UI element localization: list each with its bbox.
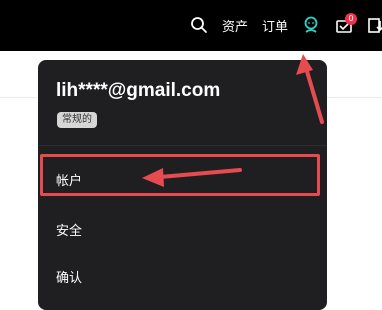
arrow-to-profile-icon [296, 54, 324, 124]
annotation-arrows [142, 54, 324, 187]
arrow-to-account-item [142, 168, 242, 187]
